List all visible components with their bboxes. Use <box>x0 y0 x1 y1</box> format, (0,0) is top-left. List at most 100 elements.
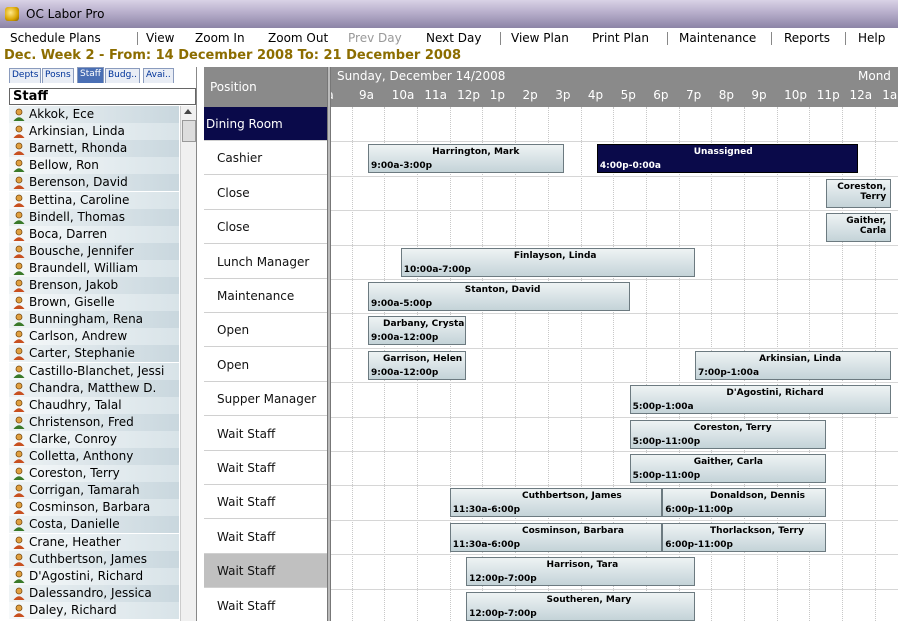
shift-block[interactable]: Cosminson, Barbara 11:30a-6:00p <box>449 522 663 552</box>
menu-view[interactable]: View <box>146 31 174 45</box>
shift-block[interactable]: D'Agostini, Richard 5:00p-1:00a <box>629 385 892 415</box>
tab-staff[interactable]: Staff <box>77 67 104 83</box>
menu-zoom-in[interactable]: Zoom In <box>195 31 245 45</box>
staff-list-item[interactable]: Arkinsian, Linda <box>9 123 179 141</box>
menu-maintenance[interactable]: Maintenance <box>679 31 756 45</box>
hour-label: 1a <box>882 88 898 102</box>
position-row-header[interactable]: Cashier <box>204 141 327 176</box>
staff-list-item[interactable]: Bindell, Thomas <box>9 208 179 226</box>
shift-block[interactable]: Cuthbertson, James 11:30a-6:00p <box>449 488 663 518</box>
person-icon <box>13 518 25 532</box>
menu-zoom-out[interactable]: Zoom Out <box>268 31 328 45</box>
staff-list-item[interactable]: Crane, Heather <box>9 533 179 551</box>
hour-label: 3p <box>555 88 571 102</box>
menu-prev-day[interactable]: Prev Day <box>348 31 402 45</box>
menu-separator <box>771 32 772 45</box>
grid-row-line <box>331 313 898 315</box>
shift-block[interactable]: Finlayson, Linda 10:00a-7:00p <box>400 247 695 277</box>
shift-block[interactable]: Arkinsian, Linda 7:00p-1:00a <box>695 350 892 380</box>
shift-block[interactable]: Donaldson, Dennis 6:00p-11:00p <box>662 488 826 518</box>
department-row-header[interactable]: Dining Room <box>204 107 327 141</box>
staff-list-item[interactable]: Barnett, Rhonda <box>9 140 179 158</box>
position-row-header[interactable]: Close <box>204 175 327 210</box>
staff-list-item[interactable]: Chandra, Matthew D. <box>9 379 179 397</box>
staff-list-item[interactable]: Cosminson, Barbara <box>9 499 179 517</box>
staff-list-item[interactable]: Boca, Darren <box>9 225 179 243</box>
tab-budg[interactable]: Budg.. <box>105 68 141 83</box>
shift-block[interactable]: Harrison, Tara 12:00p-7:00p <box>466 557 695 587</box>
staff-list-item[interactable]: Cuthbertson, James <box>9 550 179 568</box>
staff-list-item[interactable]: Bunningham, Rena <box>9 311 179 329</box>
shift-block[interactable]: Coreston, Terry <box>825 178 892 208</box>
staff-list-item[interactable]: Carter, Stephanie <box>9 345 179 363</box>
staff-list-item[interactable]: Christenson, Fred <box>9 413 179 431</box>
staff-list-item[interactable]: Berenson, David <box>9 174 179 192</box>
staff-list-item[interactable]: Castillo-Blanchet, Jessi <box>9 362 179 380</box>
staff-list-item[interactable]: D'Agostini, Richard <box>9 567 179 585</box>
staff-name: Carter, Stephanie <box>29 346 135 361</box>
menu-help[interactable]: Help <box>858 31 885 45</box>
position-row-header[interactable]: Open <box>204 313 327 348</box>
hour-label: a <box>331 88 334 102</box>
shift-block[interactable]: Coreston, Terry 5:00p-11:00p <box>629 419 826 449</box>
schedule-grid[interactable]: Harrington, Mark 9:00a-3:00p Unassigned 4:0… <box>331 107 898 621</box>
tab-avai[interactable]: Avai.. <box>143 68 174 83</box>
staff-name: Christenson, Fred <box>29 414 134 429</box>
position-row-header[interactable]: Maintenance <box>204 279 327 313</box>
staff-list-item[interactable]: Akkok, Ece <box>9 106 179 123</box>
position-row-header[interactable]: Supper Manager <box>204 382 327 417</box>
staff-list-item[interactable]: Clarke, Conroy <box>9 430 179 448</box>
position-row-header[interactable]: Wait Staff <box>204 416 327 451</box>
scroll-up-icon[interactable] <box>184 109 192 114</box>
staff-list-item[interactable]: Dalessandro, Jessica <box>9 584 179 602</box>
staff-list-item[interactable]: Colletta, Anthony <box>9 448 179 465</box>
shift-block[interactable]: Thorlackson, Terry 6:00p-11:00p <box>662 522 826 552</box>
staff-list-item[interactable]: Bousche, Jennifer <box>9 242 179 260</box>
shift-block[interactable]: Darbany, Crystal 9:00a-12:00p <box>368 316 467 346</box>
tab-posns[interactable]: Posns <box>42 68 74 83</box>
menu-print-plan[interactable]: Print Plan <box>592 31 649 45</box>
staff-list-item[interactable]: Coreston, Terry <box>9 465 179 483</box>
shift-employee: Cuthbertson, James <box>522 491 622 502</box>
shift-block[interactable]: Stanton, David 9:00a-5:00p <box>368 282 630 311</box>
position-row-header[interactable]: Wait Staff <box>204 451 327 485</box>
menu-schedule-plans[interactable]: Schedule Plans <box>10 31 101 45</box>
position-row-header[interactable]: Lunch Manager <box>204 244 327 279</box>
shift-time: 10:00a-7:00p <box>403 264 471 275</box>
staff-scrollbar[interactable] <box>180 106 196 621</box>
position-row-header[interactable]: Wait Staff <box>204 588 327 621</box>
menu-view-plan[interactable]: View Plan <box>511 31 569 45</box>
staff-list-item[interactable]: Bettina, Caroline <box>9 191 179 209</box>
shift-block[interactable]: Garrison, Helen 9:00a-12:00p <box>368 350 467 380</box>
staff-list-item[interactable]: Braundell, William <box>9 259 179 277</box>
position-row-header[interactable]: Close <box>204 210 327 245</box>
shift-block[interactable]: Harrington, Mark 9:00a-3:00p <box>368 144 565 174</box>
position-row-header[interactable]: Wait Staff <box>204 485 327 520</box>
staff-list-item[interactable]: Chaudhry, Talal <box>9 396 179 414</box>
shift-employee: Harrington, Mark <box>432 147 520 158</box>
tab-depts[interactable]: Depts <box>9 68 42 83</box>
staff-panel: Depts Posns Staff Budg.. Avai.. Staff Ak… <box>0 67 197 621</box>
menu-reports[interactable]: Reports <box>784 31 830 45</box>
staff-list-item[interactable]: Carlson, Andrew <box>9 328 179 346</box>
scroll-thumb[interactable] <box>182 120 196 142</box>
hour-label: 7p <box>686 88 702 102</box>
unassigned-shift-block[interactable]: Unassigned 4:00p-0:00a <box>596 144 859 174</box>
staff-list-item[interactable]: Bellow, Ron <box>9 157 179 175</box>
person-icon <box>13 125 25 139</box>
shift-block[interactable]: Southeren, Mary 12:00p-7:00p <box>466 591 695 621</box>
shift-time: 6:00p-11:00p <box>665 539 733 550</box>
staff-list-item[interactable]: Brenson, Jakob <box>9 277 179 294</box>
position-row-header[interactable]: Open <box>204 347 327 382</box>
person-icon <box>13 501 25 515</box>
staff-list-item[interactable]: Daley, Richard <box>9 601 179 619</box>
position-row-header[interactable]: Wait Staff <box>204 554 327 589</box>
menu-next-day[interactable]: Next Day <box>426 31 481 45</box>
staff-list-item[interactable]: Corrigan, Tamarah <box>9 482 179 500</box>
position-row-header[interactable]: Wait Staff <box>204 519 327 554</box>
shift-block[interactable]: Gaither, Carla 5:00p-11:00p <box>629 454 826 483</box>
staff-list-item[interactable]: Brown, Giselle <box>9 294 179 312</box>
shift-block[interactable]: Gaither, Carla <box>825 213 892 243</box>
staff-list-item[interactable]: Costa, Danielle <box>9 516 179 534</box>
staff-list-header: Staff <box>9 88 196 105</box>
